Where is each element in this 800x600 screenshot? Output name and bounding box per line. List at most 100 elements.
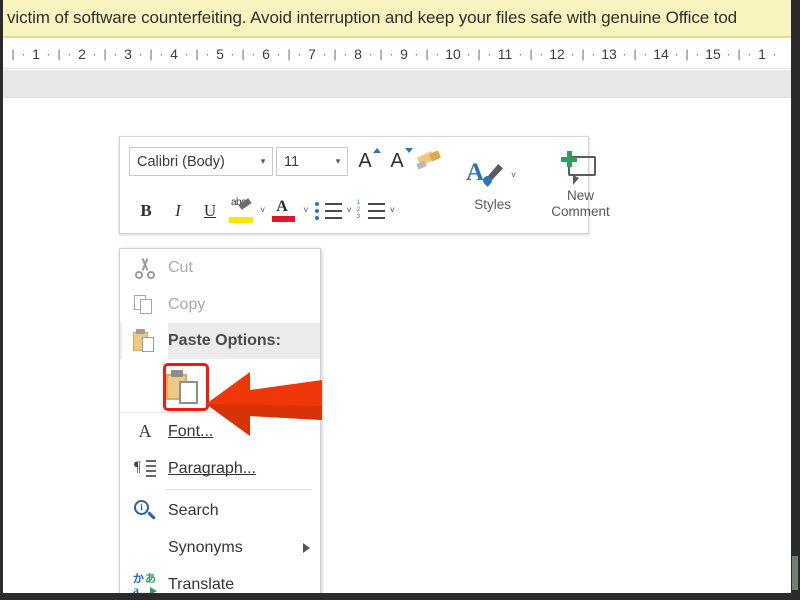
annotation-arrow-icon (206, 372, 322, 436)
chevron-down-icon[interactable]: ▾ (329, 157, 347, 166)
bold-button[interactable]: B (131, 194, 161, 228)
window-frame-bottom (0, 593, 800, 600)
ruler-tick: · (772, 47, 777, 61)
ruler-number: 7 (308, 46, 316, 62)
ruler-tick: · (184, 47, 189, 61)
paste-options-label: Paste Options: (168, 332, 281, 349)
ruler-number: 11 (497, 46, 513, 62)
underline-button[interactable]: U (195, 194, 225, 228)
window-frame-right (791, 0, 800, 600)
context-menu-item-label: Paragraph... (168, 459, 257, 477)
chevron-down-icon[interactable]: ▾ (254, 157, 272, 166)
horizontal-ruler[interactable]: | · 1 · | · 2 · | · 3 · | · 4 · | · 5 · | · 6 · | · 7 · | · 8 · | · 9 · | · 10… (3, 40, 791, 69)
context-menu-item-copy[interactable]: Copy (120, 286, 320, 323)
banner-text: victim of software counterfeiting. Avoid… (7, 8, 738, 27)
styles-button[interactable]: A ˅ Styles (456, 137, 529, 233)
font-color-dropdown-chevron-icon[interactable]: ˅ (303, 206, 308, 215)
ruler-tick: | (11, 47, 15, 61)
vertical-scrollbar-thumb[interactable] (792, 556, 798, 590)
copy-icon (122, 286, 168, 323)
no-icon-placeholder (122, 529, 168, 566)
ruler-number: 13 (601, 46, 617, 62)
new-comment-label-line2: Comment (551, 203, 610, 219)
ruler-tick: | (57, 47, 61, 61)
ruler-tick: | (477, 47, 481, 61)
context-menu-item-synonyms[interactable]: Synonyms (120, 529, 320, 566)
ruler-number: 1 (32, 46, 40, 62)
ruler-number: 6 (262, 46, 270, 62)
window-frame-left (0, 0, 3, 600)
ruler-tick: · (276, 47, 281, 61)
ruler-tick: · (138, 47, 143, 61)
format-painter-button[interactable] (414, 145, 444, 179)
ruler-number: 9 (400, 46, 408, 62)
paste-keep-source-formatting-button[interactable] (166, 369, 200, 404)
ruler-tick: · (251, 47, 256, 61)
ruler-number: 5 (216, 46, 224, 62)
text-highlight-color-button[interactable]: abc (227, 194, 257, 228)
styles-icon: A (466, 158, 508, 194)
context-menu-paste-options-header: Paste Options: (120, 323, 320, 359)
ruler-tick: · (113, 47, 118, 61)
numbering-dropdown-chevron-icon[interactable]: ˅ (390, 206, 395, 215)
grow-font-button[interactable]: A (350, 145, 381, 179)
font-name-combobox[interactable]: Calibri (Body) ▾ (129, 147, 273, 176)
ruler-tick: | (581, 47, 585, 61)
font-color-button[interactable]: A (270, 194, 300, 228)
ruler-tick: · (322, 47, 327, 61)
ruler-tick: · (695, 47, 700, 61)
styles-dropdown-chevron-icon[interactable]: ˅ (511, 171, 516, 180)
ruler-number: 15 (705, 46, 721, 62)
context-menu-item-search[interactable]: i Search (120, 492, 320, 529)
highlight-color-swatch (229, 216, 253, 223)
ruler-tick: · (205, 47, 210, 61)
ruler-tick: · (368, 47, 373, 61)
ruler-tick: · (726, 47, 731, 61)
ruler-tick: · (46, 47, 51, 61)
ruler-number: 14 (653, 46, 669, 62)
new-comment-icon (560, 151, 601, 186)
numbering-button[interactable]: 1 2 3 (357, 196, 387, 226)
ruler-number: 12 (549, 46, 565, 62)
paragraph-icon: ¶ (122, 450, 168, 487)
ruler-tick: · (674, 47, 679, 61)
ruler-tick: | (425, 47, 429, 61)
context-menu-item-label: Cut (168, 258, 193, 276)
bullets-button[interactable] (314, 196, 344, 226)
submenu-chevron-right-icon[interactable] (303, 542, 310, 553)
highlight-dropdown-chevron-icon[interactable]: ˅ (260, 206, 265, 215)
context-menu-item-label: Synonyms (168, 538, 243, 556)
context-menu-item-label: Translate (168, 575, 235, 593)
bullets-dropdown-chevron-icon[interactable]: ˅ (347, 206, 352, 215)
ruler-tick: · (591, 47, 596, 61)
ruler-tick: · (539, 47, 544, 61)
italic-button[interactable]: I (163, 194, 193, 228)
ruler-tick: · (389, 47, 394, 61)
screenshot-root: victim of software counterfeiting. Avoid… (0, 0, 800, 600)
mini-formatting-toolbar: Calibri (Body) ▾ 11 ▾ A A B I U abc ˅ A … (119, 136, 610, 235)
ruler-tick: · (230, 47, 235, 61)
ruler-tick: · (466, 47, 471, 61)
ruler-tick: · (622, 47, 627, 61)
font-size-value: 11 (284, 153, 300, 170)
ruler-tick: · (643, 47, 648, 61)
ruler-tick: · (343, 47, 348, 61)
font-size-combobox[interactable]: 11 ▾ (276, 147, 348, 176)
context-menu-item-paragraph[interactable]: ¶ Paragraph... (120, 450, 320, 487)
context-menu-separator (166, 489, 312, 490)
document-top-margin-band (3, 70, 791, 98)
new-comment-button[interactable]: New Comment (541, 137, 620, 233)
context-menu-item-label: Search (168, 501, 219, 519)
mini-toolbar-row-2: B I U abc ˅ A ˅ ˅ 1 2 3 ˅ (120, 186, 444, 235)
ruler-tick: | (685, 47, 689, 61)
ruler-tick: | (103, 47, 107, 61)
format-painter-icon (416, 149, 442, 173)
ruler-tick: · (159, 47, 164, 61)
ruler-tick: | (379, 47, 383, 61)
context-menu-item-cut[interactable]: Cut (120, 249, 320, 286)
ruler-tick: | (529, 47, 533, 61)
ruler-tick: | (633, 47, 637, 61)
counterfeit-notification-banner: victim of software counterfeiting. Avoid… (3, 0, 791, 38)
shrink-font-button[interactable]: A (382, 145, 413, 179)
font-a-icon: A (138, 421, 152, 441)
